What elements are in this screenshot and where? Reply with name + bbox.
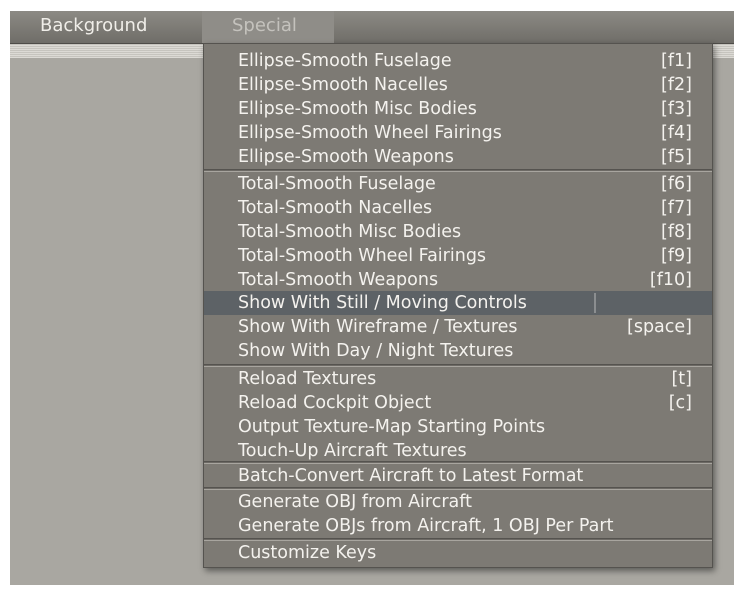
menu-item-label: Total-Smooth Fuselage (238, 174, 436, 194)
menu-item-label: Customize Keys (238, 543, 377, 563)
menu-item-ellipse-smooth-fuselage[interactable]: Ellipse-Smooth Fuselage [f1] (204, 49, 712, 73)
menu-item-customize-keys[interactable]: Customize Keys (204, 541, 712, 565)
menu-item-shortcut: [f10] (649, 270, 692, 290)
menu-item-label: Ellipse-Smooth Misc Bodies (238, 99, 477, 119)
menu-item-ellipse-smooth-wheel-fairings[interactable]: Ellipse-Smooth Wheel Fairings [f4] (204, 121, 712, 145)
menubar: Background Special (10, 11, 734, 44)
menu-item-label: Show With Wireframe / Textures (238, 317, 518, 337)
menu-item-show-wireframe-textures[interactable]: Show With Wireframe / Textures [space] (204, 315, 712, 339)
menu-item-total-smooth-nacelles[interactable]: Total-Smooth Nacelles [f7] (204, 196, 712, 220)
menu-special[interactable]: Special (202, 11, 334, 43)
menu-item-generate-obj[interactable]: Generate OBJ from Aircraft (204, 490, 712, 514)
menu-item-shortcut: [f2] (661, 75, 692, 95)
menu-item-generate-objs-per-part[interactable]: Generate OBJs from Aircraft, 1 OBJ Per P… (204, 514, 712, 538)
app-window: Background Special Ellipse-Smooth Fusela… (0, 0, 744, 591)
menu-item-label: Ellipse-Smooth Fuselage (238, 51, 452, 71)
menu-item-shortcut: [space] (627, 317, 692, 337)
menu-item-total-smooth-weapons[interactable]: Total-Smooth Weapons [f10] (204, 268, 712, 292)
menu-item-label: Touch-Up Aircraft Textures (238, 441, 467, 461)
menu-item-ellipse-smooth-weapons[interactable]: Ellipse-Smooth Weapons [f5] (204, 145, 712, 169)
special-dropdown-menu: Ellipse-Smooth Fuselage [f1] Ellipse-Smo… (203, 43, 713, 568)
menu-item-label: Generate OBJ from Aircraft (238, 492, 472, 512)
menu-item-label: Reload Textures (238, 369, 377, 389)
menu-item-label: Show With Still / Moving Controls (238, 293, 527, 313)
menu-item-total-smooth-misc-bodies[interactable]: Total-Smooth Misc Bodies [f8] (204, 220, 712, 244)
menu-item-shortcut: [f9] (661, 246, 692, 266)
menu-item-label: Output Texture-Map Starting Points (238, 417, 546, 437)
menu-item-shortcut: [c] (668, 393, 692, 413)
menu-item-label: Generate OBJs from Aircraft, 1 OBJ Per P… (238, 516, 614, 536)
menu-item-batch-convert-aircraft[interactable]: Batch-Convert Aircraft to Latest Format (204, 464, 712, 488)
menu-item-reload-cockpit-object[interactable]: Reload Cockpit Object [c] (204, 391, 712, 415)
menu-item-shortcut: [t] (671, 369, 692, 389)
menu-item-total-smooth-wheel-fairings[interactable]: Total-Smooth Wheel Fairings [f9] (204, 244, 712, 268)
menu-item-shortcut: [f5] (661, 147, 692, 167)
menu-item-label: Ellipse-Smooth Nacelles (238, 75, 448, 95)
menu-item-label: Total-Smooth Nacelles (238, 198, 433, 218)
menu-item-show-still-moving-controls[interactable]: Show With Still / Moving Controls (204, 291, 712, 315)
menu-item-touch-up-aircraft-textures[interactable]: Touch-Up Aircraft Textures (204, 439, 712, 463)
menu-item-shortcut: [f7] (661, 198, 692, 218)
menu-item-shortcut: [f1] (661, 51, 692, 71)
menu-background[interactable]: Background (10, 11, 164, 43)
menu-item-shortcut: [f6] (661, 174, 692, 194)
menu-item-total-smooth-fuselage[interactable]: Total-Smooth Fuselage [f6] (204, 172, 712, 196)
menu-item-label: Batch-Convert Aircraft to Latest Format (238, 466, 584, 486)
menu-item-shortcut: [f4] (661, 123, 692, 143)
menu-item-label: Ellipse-Smooth Wheel Fairings (238, 123, 502, 143)
menu-item-shortcut: [f8] (661, 222, 692, 242)
menu-item-label: Reload Cockpit Object (238, 393, 432, 413)
menu-item-label: Show With Day / Night Textures (238, 341, 514, 361)
menu-item-show-day-night-textures[interactable]: Show With Day / Night Textures (204, 339, 712, 363)
menu-item-output-texture-map-starting-points[interactable]: Output Texture-Map Starting Points (204, 415, 712, 439)
menu-item-ellipse-smooth-nacelles[interactable]: Ellipse-Smooth Nacelles [f2] (204, 73, 712, 97)
menu-item-label: Total-Smooth Misc Bodies (238, 222, 462, 242)
hover-divider (594, 293, 596, 313)
menu-item-label: Total-Smooth Weapons (238, 270, 439, 290)
menu-item-reload-textures[interactable]: Reload Textures [t] (204, 367, 712, 391)
menu-item-ellipse-smooth-misc-bodies[interactable]: Ellipse-Smooth Misc Bodies [f3] (204, 97, 712, 121)
menu-item-label: Total-Smooth Wheel Fairings (238, 246, 487, 266)
menu-item-shortcut: [f3] (661, 99, 692, 119)
menu-item-label: Ellipse-Smooth Weapons (238, 147, 454, 167)
